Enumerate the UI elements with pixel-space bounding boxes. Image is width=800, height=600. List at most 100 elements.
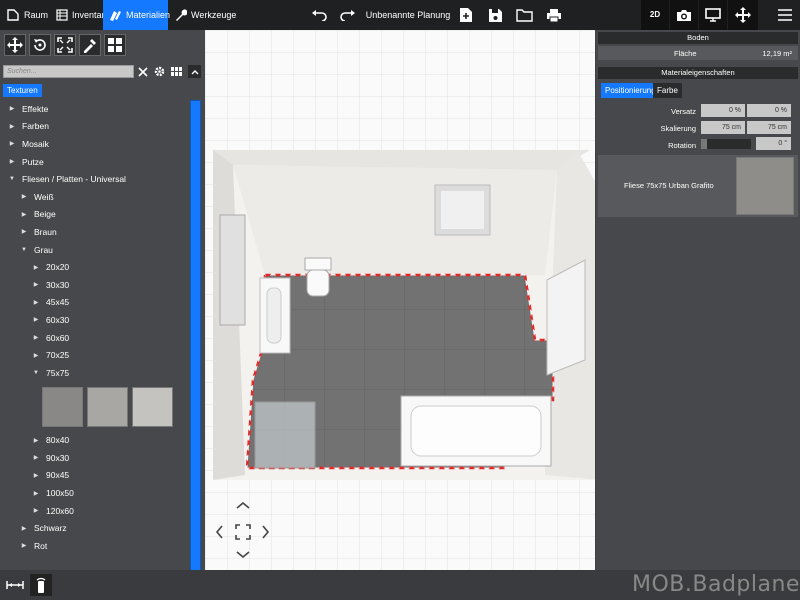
grid-layout-icon — [108, 38, 122, 52]
tree-item-label: 45x45 — [46, 297, 70, 308]
redo-icon[interactable] — [339, 6, 357, 24]
tree-item[interactable]: ▶ 100x50 — [0, 484, 190, 502]
scale-y-field[interactable]: 75 cm — [747, 121, 791, 134]
tree-item[interactable]: ▶ Putze — [0, 153, 190, 171]
fit-icon — [57, 37, 73, 53]
tree-item[interactable]: ▶ 90x45 — [0, 467, 190, 485]
selected-material-card[interactable]: Fliese 75x75 Urban Grafito — [598, 155, 798, 217]
tree-item[interactable]: ▼ 75x75 — [0, 364, 190, 382]
camera-button[interactable] — [670, 0, 698, 30]
tree-item-label: Schwarz — [34, 523, 67, 534]
scale-x-field[interactable]: 75 cm — [701, 121, 745, 134]
scale-label: Skalierung — [660, 124, 696, 133]
chevron-right-icon: ▶ — [21, 543, 27, 550]
move-tool-button[interactable] — [4, 34, 26, 56]
tab-textures[interactable]: Texturen — [3, 84, 42, 97]
room-render — [205, 30, 595, 570]
open-folder-icon[interactable] — [515, 6, 533, 24]
texture-swatch[interactable] — [87, 386, 128, 427]
view-2d-button[interactable]: 2D — [641, 0, 669, 30]
tree-item[interactable]: ▶ 20x20 — [0, 258, 190, 276]
chevron-right-icon: ▶ — [21, 525, 27, 532]
chevron-right-icon: ▶ — [21, 194, 27, 201]
chevron-right-icon: ▶ — [33, 472, 39, 479]
materials-icon — [109, 8, 122, 22]
tree-item[interactable]: ▶ 45x45 — [0, 294, 190, 312]
texture-swatch[interactable] — [42, 386, 83, 427]
chevron-right-icon: ▶ — [33, 299, 39, 306]
eyedropper-tool-button[interactable] — [79, 34, 101, 56]
print-icon[interactable] — [545, 6, 563, 24]
tree-item-label: 100x50 — [46, 488, 74, 499]
tree-item-label: Effekte — [22, 103, 49, 114]
scale-tool-button[interactable] — [54, 34, 76, 56]
tree-item-label: Braun — [34, 226, 57, 237]
tree-item[interactable]: ▼ Grau — [0, 241, 190, 259]
chevron-right-icon: ▶ — [33, 490, 39, 497]
tree-item[interactable]: ▶ 70x25 — [0, 346, 190, 364]
chevron-right-icon: ▶ — [33, 335, 39, 342]
rotation-slider[interactable] — [701, 139, 751, 149]
material-properties-header: Materialeigenschaften — [598, 67, 798, 79]
rotation-slider-handle[interactable] — [701, 139, 707, 149]
brand-logo: MOB.Badplaner — [632, 572, 800, 597]
chevron-right-icon: ▶ — [33, 282, 39, 289]
rotate-tool-button[interactable] — [29, 34, 51, 56]
tab-room[interactable]: Raum — [0, 0, 50, 30]
tree-item[interactable]: ▶ Weiß — [0, 188, 190, 206]
navigate-button[interactable] — [728, 0, 758, 30]
search-input[interactable]: Suchen... — [3, 65, 134, 78]
tab-materials[interactable]: Materialien — [103, 0, 170, 30]
chevron-right-icon: ▶ — [33, 437, 39, 444]
material-name: Fliese 75x75 Urban Grafito — [624, 181, 714, 190]
material-thumbnail — [736, 157, 794, 215]
measure-icon[interactable] — [4, 574, 26, 596]
tree-item[interactable]: ▶ Mosaik — [0, 135, 190, 153]
tree-item-label: 90x30 — [46, 452, 70, 463]
tree-scrollbar[interactable] — [190, 100, 201, 595]
chevron-down-icon: ▼ — [33, 369, 39, 376]
tab-color[interactable]: Farbe — [653, 83, 682, 98]
tree-item[interactable]: ▶ Schwarz — [0, 519, 190, 537]
tree-item[interactable]: ▶ 30x30 — [0, 276, 190, 294]
clear-search-icon[interactable] — [136, 65, 149, 78]
tree-item-label: Rot — [34, 540, 48, 551]
tree-item[interactable]: ▶ Rot — [0, 537, 190, 555]
settings-gear-icon[interactable] — [153, 65, 166, 78]
tree-item[interactable]: ▶ Farben — [0, 118, 190, 136]
chevron-right-icon: ▶ — [9, 106, 15, 113]
grid-view-icon[interactable] — [170, 65, 183, 78]
plan-title[interactable]: Unbenannte Planung — [360, 0, 456, 30]
tab-tools[interactable]: Werkzeuge — [168, 0, 236, 30]
remote-control-icon[interactable] — [30, 574, 52, 596]
tree-item-label: 60x30 — [46, 314, 70, 325]
tree-item[interactable]: ▶ Braun — [0, 223, 190, 241]
tree-item[interactable]: ▶ 90x30 — [0, 449, 190, 467]
undo-icon[interactable] — [310, 6, 328, 24]
tab-positioning[interactable]: Positionierung — [601, 83, 660, 98]
tab-inventory[interactable]: Inventar — [50, 0, 105, 30]
layout-tool-button[interactable] — [104, 34, 126, 56]
tree-item[interactable]: ▶ 60x60 — [0, 329, 190, 347]
tree-item[interactable]: ▶ 80x40 — [0, 432, 190, 450]
tree-item[interactable]: ▼ Fliesen / Platten - Universal — [0, 170, 190, 188]
area-row: Fläche 12,19 m² — [598, 46, 798, 60]
display-button[interactable] — [699, 0, 727, 30]
save-icon[interactable] — [486, 6, 504, 24]
tree-item[interactable]: ▶ Effekte — [0, 100, 190, 118]
room-icon — [6, 8, 20, 22]
tree-item[interactable]: ▶ 60x30 — [0, 311, 190, 329]
offset-x-field[interactable]: 0 % — [701, 104, 745, 117]
menu-icon[interactable] — [776, 6, 794, 24]
tree-item-label: Farben — [22, 121, 49, 132]
offset-y-field[interactable]: 0 % — [747, 104, 791, 117]
tree-item-label: 60x60 — [46, 332, 70, 343]
texture-swatch[interactable] — [132, 386, 173, 427]
rotation-field[interactable]: 0 ° — [756, 137, 791, 150]
collapse-chevron-up-icon[interactable] — [188, 65, 201, 78]
new-plan-icon[interactable] — [457, 6, 475, 24]
tree-item[interactable]: ▶ Beige — [0, 206, 190, 224]
rotate-icon — [34, 39, 46, 51]
3d-viewport[interactable] — [205, 30, 595, 570]
tree-item[interactable]: ▶ 120x60 — [0, 502, 190, 520]
